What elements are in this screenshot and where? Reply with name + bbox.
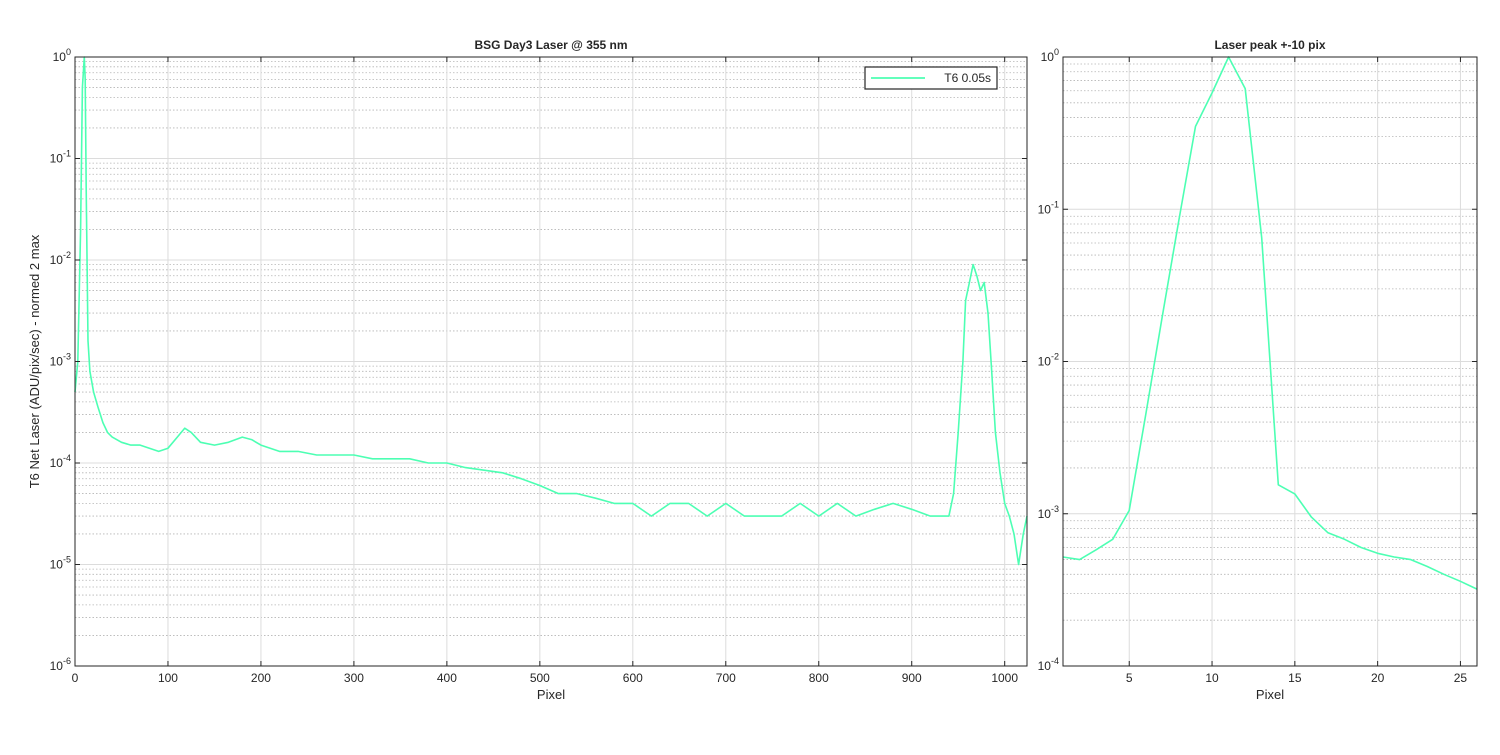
x-tick-label: 20 xyxy=(1371,671,1385,685)
y-tick-label: 10-3 xyxy=(50,352,71,369)
figure: 0 100 200 300 400 500 600 700 800 900 1000 10-6 10-5… xyxy=(27,38,1478,702)
left-chart: 0 100 200 300 400 500 600 700 800 900 1000 10-6 10-5… xyxy=(27,38,1028,702)
x-tick-label: 10 xyxy=(1205,671,1219,685)
chart-title: BSG Day3 Laser @ 355 nm xyxy=(474,38,627,52)
x-axis-label: Pixel xyxy=(1256,687,1284,702)
x-tick-label: 25 xyxy=(1454,671,1468,685)
y-axis-label: T6 Net Laser (ADU/pix/sec) - normed 2 ma… xyxy=(27,234,42,488)
legend-label: T6 0.05s xyxy=(944,71,991,85)
x-tick-label: 5 xyxy=(1126,671,1133,685)
legend: T6 0.05s xyxy=(864,66,998,90)
x-tick-label: 100 xyxy=(158,671,178,685)
y-tick-label: 10-5 xyxy=(50,555,71,572)
x-tick-label: 15 xyxy=(1288,671,1302,685)
y-tick-label: 10-6 xyxy=(50,656,71,673)
y-tick-label: 10-3 xyxy=(1038,504,1059,521)
right-chart: 5 10 15 20 25 10-4 10-3 10-2 10-1 100 Laser peak +… xyxy=(1038,38,1478,702)
x-tick-label: 1000 xyxy=(991,671,1018,685)
x-tick-label: 500 xyxy=(530,671,550,685)
x-tick-label: 800 xyxy=(809,671,829,685)
x-axis-label: Pixel xyxy=(537,687,565,702)
y-tick-label: 10-4 xyxy=(50,453,71,470)
x-tick-label: 0 xyxy=(72,671,79,685)
chart-title: Laser peak +-10 pix xyxy=(1214,38,1325,52)
y-tick-label: 10-4 xyxy=(1038,656,1059,673)
y-tick-label: 10-1 xyxy=(50,149,71,166)
y-tick-label: 100 xyxy=(53,47,71,64)
x-tick-label: 700 xyxy=(716,671,736,685)
x-tick-label: 600 xyxy=(623,671,643,685)
y-tick-label: 10-2 xyxy=(1038,352,1059,369)
x-tick-label: 900 xyxy=(902,671,922,685)
y-tick-label: 10-2 xyxy=(50,250,71,267)
x-tick-label: 200 xyxy=(251,671,271,685)
x-tick-label: 400 xyxy=(437,671,457,685)
y-tick-label: 100 xyxy=(1041,47,1059,64)
y-tick-label: 10-1 xyxy=(1038,199,1059,216)
x-tick-label: 300 xyxy=(344,671,364,685)
